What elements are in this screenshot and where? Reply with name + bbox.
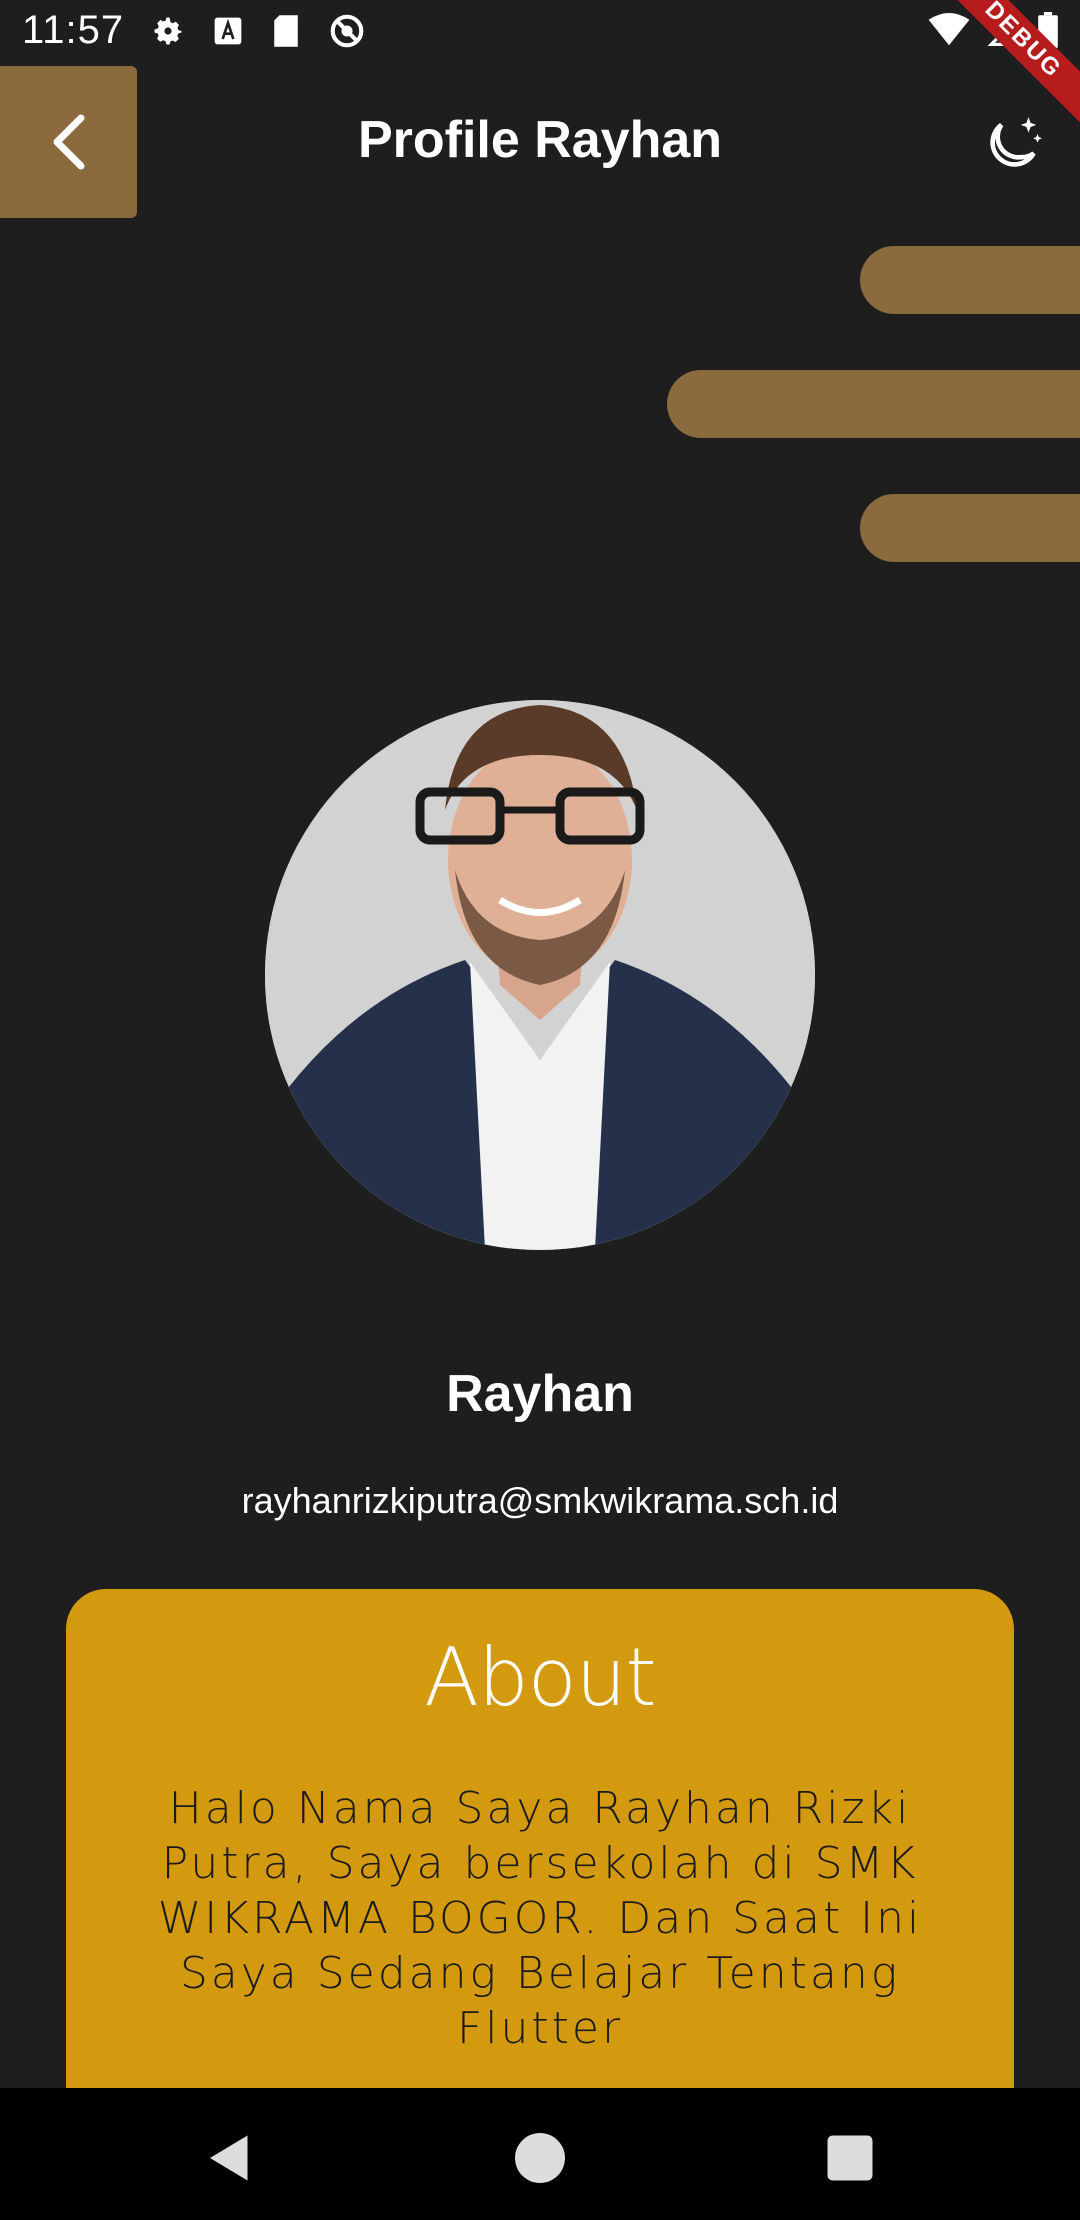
no-sync-icon (330, 14, 364, 48)
triangle-back-icon[interactable] (200, 2128, 260, 2188)
profile-email: rayhanrizkiputra@smkwikrama.sch.id (241, 1480, 839, 1521)
about-title: About (424, 1631, 657, 1724)
font-a-icon (214, 17, 242, 45)
status-bar: 11:57 (0, 0, 1080, 66)
square-recents-icon[interactable] (820, 2128, 880, 2188)
circle-home-icon[interactable] (510, 2128, 570, 2188)
settings-icon (154, 17, 182, 45)
avatar (265, 700, 815, 1250)
system-navigation-bar (0, 2088, 1080, 2220)
profile-name: Rayhan (446, 1365, 634, 1423)
profile-photo (265, 700, 815, 1250)
decorative-bar (860, 246, 1080, 314)
status-time: 11:57 (22, 8, 125, 52)
about-text: Halo Nama Saya Rayhan Rizki Putra, Saya … (157, 1783, 923, 2054)
sd-card-icon (274, 15, 298, 47)
decorative-bar (667, 370, 1080, 438)
page-title: Profile Rayhan (357, 111, 723, 169)
moon-stars-icon[interactable] (982, 112, 1044, 174)
about-card: About Halo Nama Saya Rayhan Rizki Putra,… (66, 1589, 1014, 2109)
wifi-icon (928, 13, 970, 46)
decorative-bar (860, 494, 1080, 562)
status-notification-icons (150, 12, 366, 50)
